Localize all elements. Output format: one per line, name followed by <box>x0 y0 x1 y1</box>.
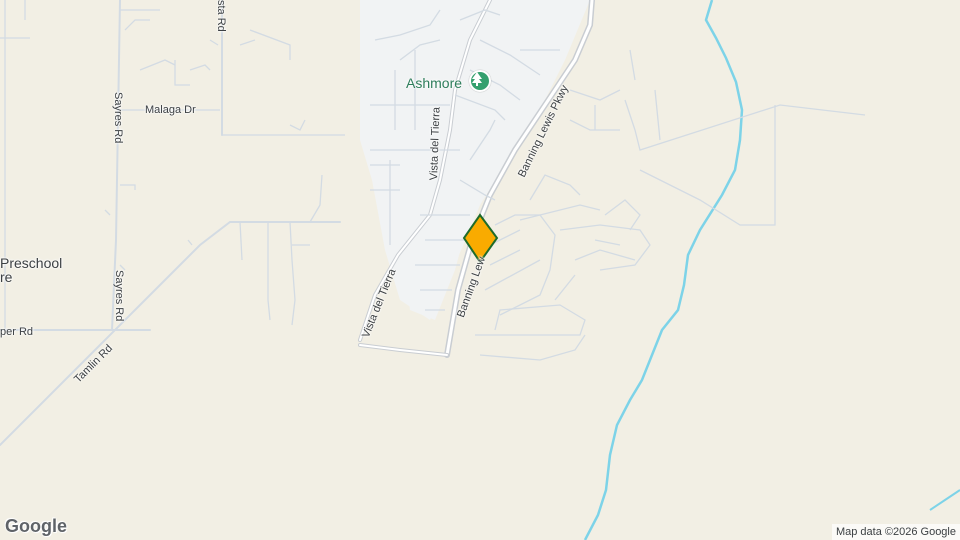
road-label-sayres-1: Sayres Rd <box>112 92 124 144</box>
tree-icon[interactable] <box>469 70 491 92</box>
map-attribution[interactable]: Map data ©2026 Google <box>831 524 960 540</box>
place-label-preschool[interactable]: Preschool <box>0 256 62 270</box>
map-canvas[interactable]: Ashmore Sayres Rd Sayres Rd Malaga Dr st… <box>0 0 960 540</box>
road-label-per: per Rd <box>0 326 34 338</box>
poi-label-ashmore[interactable]: Ashmore <box>406 75 462 91</box>
road-label-top-rd: sta Rd <box>215 0 227 32</box>
road-label-malaga: Malaga Dr <box>145 104 196 116</box>
place-label-preschool-line2: re <box>0 269 13 285</box>
google-logo[interactable]: Google <box>5 516 67 537</box>
river-branch <box>929 489 960 511</box>
road-label-sayres-2: Sayres Rd <box>113 270 125 322</box>
road-label-vista-1: Vista del Tierra <box>428 106 443 181</box>
river <box>583 0 744 540</box>
